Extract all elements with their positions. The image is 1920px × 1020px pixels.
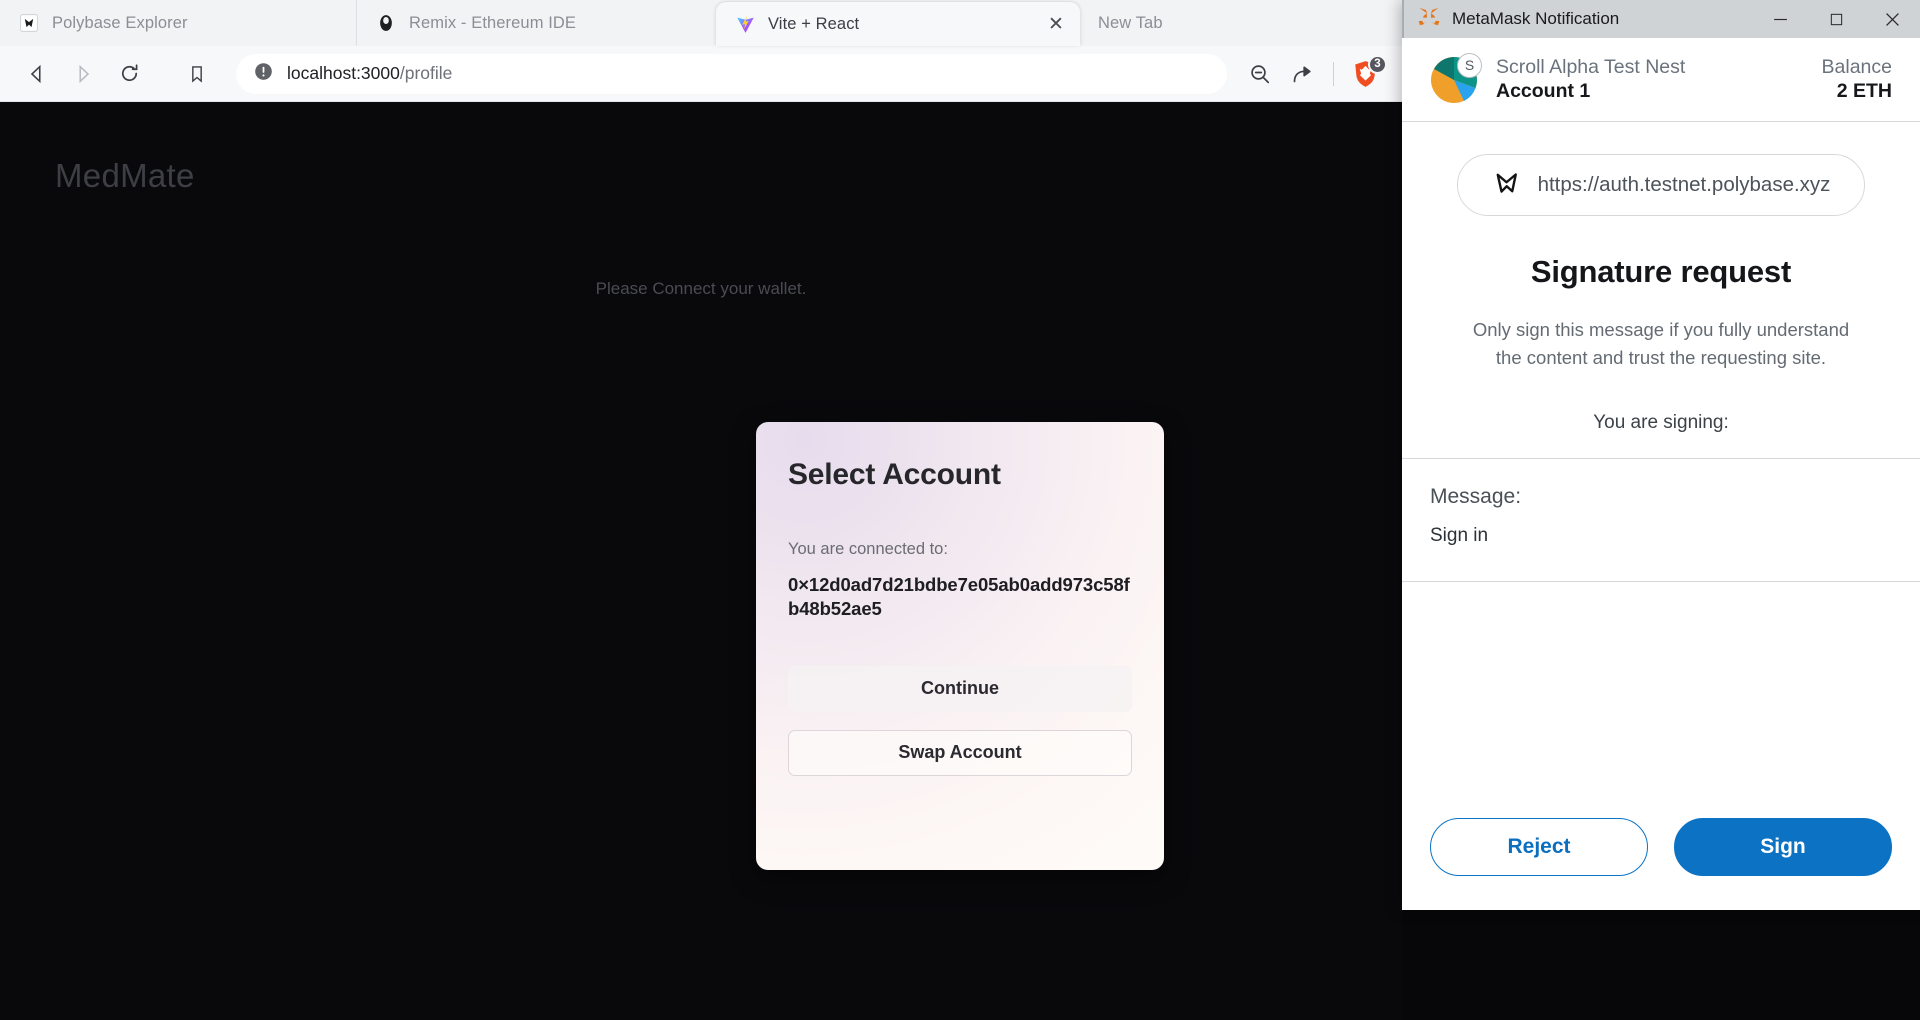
connected-label: You are connected to: (788, 540, 948, 558)
tab-title: Remix - Ethereum IDE (409, 13, 577, 32)
close-icon[interactable]: ✕ (1038, 15, 1064, 34)
connected-address: 0×12d0ad7d21bdbe7e05ab0add973c58fb48b52a… (788, 574, 1130, 620)
metamask-actions: Reject Sign (1402, 818, 1920, 910)
screen: Polybase Explorer Remix - Ethereum IDE V… (0, 0, 1920, 1020)
bookmark-icon[interactable] (178, 55, 216, 93)
url-host: localhost:3000 (287, 63, 400, 83)
continue-button[interactable]: Continue (788, 665, 1132, 712)
forward-arrow-icon[interactable] (64, 55, 102, 93)
url-text: localhost:3000/profile (287, 63, 452, 84)
balance-block: Balance 2 ETH (1822, 55, 1892, 105)
network-badge: S (1457, 52, 1482, 78)
zoom-out-icon[interactable] (1241, 55, 1279, 93)
sign-button[interactable]: Sign (1674, 818, 1892, 876)
reject-button[interactable]: Reject (1430, 818, 1648, 876)
browser-tab-vite-react[interactable]: Vite + React ✕ (716, 2, 1080, 46)
vite-icon (734, 13, 756, 35)
tab-title: New Tab (1098, 13, 1163, 32)
metamask-window-title: MetaMask Notification (1452, 9, 1620, 28)
you-are-signing-label: You are signing: (1593, 411, 1729, 433)
polybase-crown-icon (1492, 168, 1522, 203)
shield-blocked-count: 3 (1368, 54, 1387, 74)
metamask-fox-icon (1418, 7, 1440, 32)
tab-title: Polybase Explorer (52, 13, 188, 32)
address-bar[interactable]: localhost:3000/profile (236, 53, 1227, 94)
toolbar-right-actions: 3 (1241, 54, 1387, 93)
swap-account-button[interactable]: Swap Account (788, 729, 1132, 776)
network-name: Scroll Alpha Test Nest (1496, 55, 1686, 78)
info-circle-icon[interactable] (253, 61, 274, 87)
metamask-account-row: S Scroll Alpha Test Nest Account 1 Balan… (1402, 38, 1920, 122)
url-path: /profile (399, 63, 453, 83)
polybase-icon (18, 12, 40, 34)
metamask-body: https://auth.testnet.polybase.xyz Signat… (1402, 122, 1920, 910)
message-key: Message: (1430, 484, 1522, 508)
tab-title: Vite + React (768, 14, 860, 33)
browser-tab-new-tab[interactable]: New Tab (1080, 0, 1402, 46)
browser-window: Polybase Explorer Remix - Ethereum IDE V… (0, 0, 1402, 1020)
tab-strip: Polybase Explorer Remix - Ethereum IDE V… (0, 0, 1402, 46)
connect-wallet-message: Please Connect your wallet. (595, 279, 807, 298)
card-title: Select Account (788, 458, 1001, 491)
remix-icon (375, 12, 397, 34)
web-page: MedMate Please Connect your wallet. Sele… (0, 102, 1402, 1019)
balance-value: 2 ETH (1836, 80, 1892, 103)
back-arrow-icon[interactable] (18, 55, 56, 93)
account-info: Scroll Alpha Test Nest Account 1 (1496, 55, 1685, 105)
reload-icon[interactable] (110, 55, 148, 93)
signature-message-box: Message: Sign in (1402, 457, 1920, 582)
maximize-icon[interactable] (1808, 0, 1864, 38)
select-account-card: Select Account You are connected to: 0×1… (756, 422, 1164, 870)
browser-tab-remix[interactable]: Remix - Ethereum IDE (356, 0, 716, 46)
toolbar-divider (1333, 61, 1334, 86)
share-icon[interactable] (1283, 55, 1321, 93)
page-title: MedMate (55, 157, 195, 194)
metamask-notification-window: MetaMask Notification S Scroll Alpha Tes… (1402, 0, 1920, 910)
signature-request-heading: Signature request (1530, 254, 1792, 289)
account-name: Account 1 (1496, 80, 1591, 103)
metamask-title-bar: MetaMask Notification (1402, 0, 1920, 38)
origin-url: https://auth.testnet.polybase.xyz (1537, 173, 1831, 196)
minimize-icon[interactable] (1752, 0, 1808, 38)
browser-tab-polybase-explorer[interactable]: Polybase Explorer (0, 0, 356, 46)
origin-pill: https://auth.testnet.polybase.xyz (1456, 154, 1866, 216)
signature-warning-text: Only sign this message if you fully unde… (1472, 319, 1850, 368)
avatar: S (1430, 52, 1482, 104)
close-icon[interactable] (1864, 0, 1920, 38)
message-value: Sign in (1430, 524, 1489, 546)
browser-toolbar: localhost:3000/profile 3 (0, 46, 1402, 102)
balance-label: Balance (1821, 55, 1892, 78)
brave-shield-icon[interactable]: 3 (1346, 54, 1387, 93)
window-controls (1752, 0, 1920, 38)
